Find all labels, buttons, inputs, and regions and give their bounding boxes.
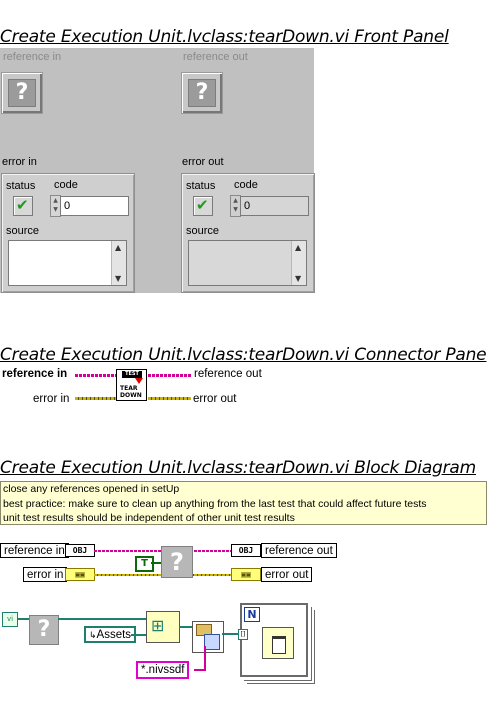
source-scrollbar[interactable]: ▲ ▼ — [111, 241, 126, 285]
comment-line: unit test results should be independent … — [3, 512, 295, 524]
source-label: source — [6, 225, 40, 237]
checkmark-icon: ✔ — [16, 196, 29, 214]
error-in-label: error in — [2, 156, 37, 168]
reference-in-terminal[interactable]: reference in — [0, 543, 69, 558]
vi-icon-line2: DOWN — [120, 392, 142, 399]
scroll-down-icon[interactable]: ▼ — [295, 274, 301, 283]
unknown-subvi-icon[interactable]: ? — [161, 546, 193, 578]
obj-terminal-icon: OBJ — [65, 544, 95, 557]
loop-count-terminal[interactable]: N — [244, 607, 260, 622]
ref-wire — [17, 618, 29, 620]
scroll-up-icon[interactable]: ▲ — [115, 243, 121, 252]
cp-error-in-label: error in — [33, 393, 70, 405]
unknown-class-icon: ? — [8, 79, 36, 107]
code-label: code — [54, 179, 78, 191]
scroll-up-icon[interactable]: ▲ — [295, 243, 301, 252]
red-arrow-icon — [135, 378, 143, 384]
block-diagram-title: Create Execution Unit.lvclass:tearDown.v… — [0, 458, 476, 478]
code-input[interactable]: 0 — [60, 196, 129, 216]
list-folder-function[interactable] — [192, 621, 224, 653]
assets-constant[interactable]: ↳Assets — [84, 626, 137, 643]
code-indicator: 0 — [240, 196, 309, 216]
cp-reference-in-label: reference in — [2, 368, 68, 380]
status-label: status — [6, 180, 36, 192]
test-banner: TEST — [122, 371, 142, 378]
code-label: code — [234, 179, 258, 191]
true-constant[interactable]: T — [135, 556, 154, 572]
comment-line: best practice: make sure to clean up any… — [3, 497, 427, 510]
source-indicator: ▲ ▼ — [188, 240, 307, 286]
connector-pane-title: Create Execution Unit.lvclass:tearDown.v… — [0, 345, 487, 365]
status-checkbox[interactable]: ✔ — [13, 196, 33, 216]
assets-arrow-icon: ↳ — [89, 630, 97, 640]
scroll-down-icon[interactable]: ▼ — [115, 274, 121, 283]
unknown-subvi-icon[interactable]: ? — [29, 615, 59, 645]
front-panel: reference in ? reference out ? error in … — [0, 48, 315, 293]
files-icon — [204, 634, 220, 650]
source-scrollbar[interactable]: ▲ ▼ — [291, 241, 306, 285]
cp-error-wire-in — [75, 397, 116, 400]
error-in-terminal[interactable]: error in — [23, 567, 68, 582]
reference-out-label: reference out — [183, 51, 248, 63]
for-loop[interactable]: N — [240, 603, 308, 677]
reference-in-control[interactable]: ? — [1, 72, 43, 114]
status-label: status — [186, 180, 216, 192]
checkmark-icon: ✔ — [196, 196, 209, 214]
build-path-icon: ⊞ — [151, 616, 165, 635]
path-wire — [179, 626, 193, 628]
cp-error-wire-out — [148, 397, 191, 400]
pattern-constant[interactable]: *.nivssdf — [136, 661, 190, 679]
error-cluster-icon: ▣▣ — [231, 568, 261, 581]
diagram-comment[interactable]: close any references opened in setUp bes… — [0, 481, 487, 525]
obj-terminal-icon: OBJ — [231, 544, 261, 557]
auto-index-tunnel: [] — [238, 629, 248, 640]
front-panel-title: Create Execution Unit.lvclass:tearDown.v… — [0, 27, 449, 47]
trash-icon — [272, 636, 286, 654]
status-led: ✔ — [193, 196, 213, 216]
source-input[interactable]: ▲ ▼ — [8, 240, 127, 286]
reference-out-indicator: ? — [181, 72, 223, 114]
source-label: source — [186, 225, 220, 237]
cp-class-wire-in — [75, 374, 116, 377]
comment-line: close any references opened in setUp — [3, 483, 180, 495]
delete-function-icon[interactable] — [262, 627, 294, 659]
assets-label: Assets — [96, 629, 132, 641]
reference-out-terminal[interactable]: reference out — [261, 543, 337, 558]
cp-error-out-label: error out — [193, 393, 237, 405]
cp-reference-out-label: reference out — [194, 368, 262, 380]
error-cluster-icon: ▣▣ — [65, 568, 95, 581]
error-out-label: error out — [182, 156, 224, 168]
vi-reference-icon[interactable]: vi — [2, 612, 18, 627]
teardown-vi-icon[interactable]: TEST TEAR DOWN — [116, 369, 147, 401]
string-wire — [204, 646, 206, 671]
build-path-function[interactable]: ⊞ — [146, 611, 180, 643]
error-out-cluster: status code ✔ ▲ ▼ 0 source ▲ ▼ — [181, 173, 315, 293]
path-wire — [58, 618, 146, 620]
reference-in-label: reference in — [3, 51, 62, 63]
error-in-cluster: status code ✔ ▲ ▼ 0 source ▲ ▼ — [1, 173, 135, 293]
boolean-wire — [151, 562, 161, 564]
cp-class-wire-out — [148, 374, 191, 377]
unknown-class-icon: ? — [188, 79, 216, 107]
path-wire — [131, 634, 146, 636]
error-out-terminal[interactable]: error out — [261, 567, 313, 582]
